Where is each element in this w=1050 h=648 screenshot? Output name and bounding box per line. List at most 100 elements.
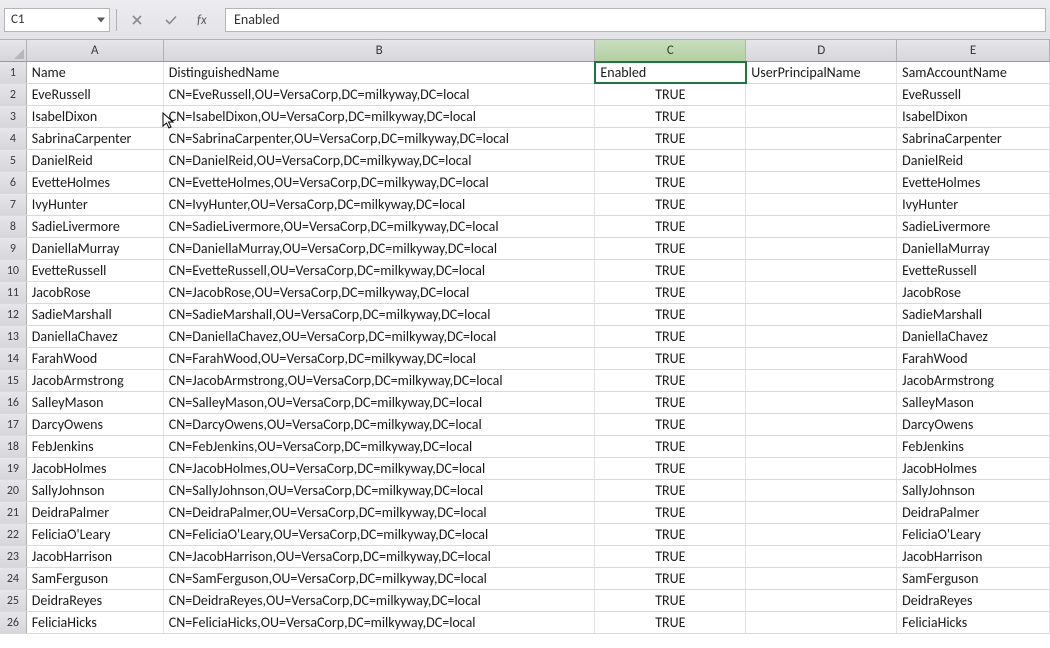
cell[interactable]: SalleyMason bbox=[27, 392, 164, 413]
cell[interactable]: CN=JacobRose,OU=VersaCorp,DC=milkyway,DC… bbox=[164, 282, 596, 303]
cell[interactable] bbox=[746, 304, 897, 325]
cell[interactable]: TRUE bbox=[595, 546, 746, 567]
cell[interactable]: TRUE bbox=[595, 238, 746, 259]
row-header[interactable]: 6 bbox=[0, 172, 27, 193]
cell[interactable]: DeidraPalmer bbox=[27, 502, 164, 523]
cell[interactable]: DistinguishedName bbox=[164, 62, 596, 83]
cell[interactable]: Name bbox=[27, 62, 164, 83]
cell[interactable]: CN=SadieLivermore,OU=VersaCorp,DC=milkyw… bbox=[164, 216, 596, 237]
cell[interactable]: FeliciaO'Leary bbox=[27, 524, 164, 545]
cell[interactable]: DaniellaChavez bbox=[897, 326, 1050, 347]
cell[interactable] bbox=[746, 612, 897, 633]
cell[interactable]: TRUE bbox=[595, 590, 746, 611]
cell[interactable]: DanielReid bbox=[897, 150, 1050, 171]
column-header-B[interactable]: B bbox=[164, 40, 596, 61]
cell[interactable]: FarahWood bbox=[897, 348, 1050, 369]
cell[interactable]: CN=IsabelDixon,OU=VersaCorp,DC=milkyway,… bbox=[164, 106, 596, 127]
name-box[interactable]: C1 bbox=[4, 8, 110, 32]
row-header[interactable]: 23 bbox=[0, 546, 27, 567]
cell[interactable]: FeliciaHicks bbox=[897, 612, 1050, 633]
cell[interactable]: UserPrincipalName bbox=[746, 62, 897, 83]
cell[interactable]: TRUE bbox=[595, 282, 746, 303]
cell[interactable]: CN=FeliciaO'Leary,OU=VersaCorp,DC=milkyw… bbox=[164, 524, 596, 545]
cell[interactable]: DaniellaMurray bbox=[27, 238, 164, 259]
cell[interactable] bbox=[746, 480, 897, 501]
cell[interactable] bbox=[746, 392, 897, 413]
cell[interactable]: CN=FarahWood,OU=VersaCorp,DC=milkyway,DC… bbox=[164, 348, 596, 369]
cell[interactable] bbox=[746, 194, 897, 215]
cell[interactable]: EvetteHolmes bbox=[27, 172, 164, 193]
cell[interactable]: FarahWood bbox=[27, 348, 164, 369]
cell[interactable]: CN=SalleyMason,OU=VersaCorp,DC=milkyway,… bbox=[164, 392, 596, 413]
row-header[interactable]: 17 bbox=[0, 414, 27, 435]
cell[interactable]: CN=SadieMarshall,OU=VersaCorp,DC=milkywa… bbox=[164, 304, 596, 325]
row-header[interactable]: 1 bbox=[0, 62, 27, 83]
cell[interactable]: CN=FebJenkins,OU=VersaCorp,DC=milkyway,D… bbox=[164, 436, 596, 457]
cell[interactable]: TRUE bbox=[595, 326, 746, 347]
cell[interactable]: CN=JacobArmstrong,OU=VersaCorp,DC=milkyw… bbox=[164, 370, 596, 391]
cell[interactable]: EvetteRussell bbox=[897, 260, 1050, 281]
cell[interactable]: JacobHolmes bbox=[27, 458, 164, 479]
cell[interactable]: TRUE bbox=[595, 458, 746, 479]
row-header[interactable]: 5 bbox=[0, 150, 27, 171]
cell[interactable]: IsabelDixon bbox=[897, 106, 1050, 127]
cell[interactable]: CN=DeidraPalmer,OU=VersaCorp,DC=milkyway… bbox=[164, 502, 596, 523]
cell[interactable]: TRUE bbox=[595, 370, 746, 391]
cell[interactable]: CN=SamFerguson,OU=VersaCorp,DC=milkyway,… bbox=[164, 568, 596, 589]
cell[interactable]: DaniellaMurray bbox=[897, 238, 1050, 259]
cell[interactable]: FeliciaHicks bbox=[27, 612, 164, 633]
cell[interactable]: DaniellaChavez bbox=[27, 326, 164, 347]
cell[interactable]: TRUE bbox=[595, 612, 746, 633]
cell[interactable]: JacobRose bbox=[27, 282, 164, 303]
cell[interactable]: JacobHolmes bbox=[897, 458, 1050, 479]
cell[interactable]: JacobHarrison bbox=[27, 546, 164, 567]
row-header[interactable]: 13 bbox=[0, 326, 27, 347]
cell[interactable] bbox=[746, 84, 897, 105]
row-header[interactable]: 15 bbox=[0, 370, 27, 391]
cell[interactable] bbox=[746, 590, 897, 611]
cell[interactable]: SadieMarshall bbox=[897, 304, 1050, 325]
cell[interactable]: TRUE bbox=[595, 150, 746, 171]
cell[interactable] bbox=[746, 370, 897, 391]
cell[interactable]: CN=DanielReid,OU=VersaCorp,DC=milkyway,D… bbox=[164, 150, 596, 171]
cell[interactable]: IvyHunter bbox=[897, 194, 1050, 215]
row-header[interactable]: 14 bbox=[0, 348, 27, 369]
cell[interactable]: SamFerguson bbox=[27, 568, 164, 589]
formula-input[interactable]: Enabled bbox=[225, 8, 1046, 32]
cell[interactable]: JacobHarrison bbox=[897, 546, 1050, 567]
column-header-A[interactable]: A bbox=[27, 40, 164, 61]
cell[interactable]: SamFerguson bbox=[897, 568, 1050, 589]
cell[interactable]: CN=SallyJohnson,OU=VersaCorp,DC=milkyway… bbox=[164, 480, 596, 501]
cell[interactable]: CN=DaniellaMurray,OU=VersaCorp,DC=milkyw… bbox=[164, 238, 596, 259]
row-header[interactable]: 20 bbox=[0, 480, 27, 501]
cell[interactable]: DarcyOwens bbox=[27, 414, 164, 435]
cell[interactable]: EveRussell bbox=[897, 84, 1050, 105]
cell[interactable] bbox=[746, 546, 897, 567]
cell[interactable] bbox=[746, 172, 897, 193]
cell[interactable]: SabrinaCarpenter bbox=[897, 128, 1050, 149]
cell[interactable]: JacobArmstrong bbox=[27, 370, 164, 391]
row-header[interactable]: 21 bbox=[0, 502, 27, 523]
cell[interactable] bbox=[746, 150, 897, 171]
cell[interactable]: CN=DarcyOwens,OU=VersaCorp,DC=milkyway,D… bbox=[164, 414, 596, 435]
cell[interactable]: CN=SabrinaCarpenter,OU=VersaCorp,DC=milk… bbox=[164, 128, 596, 149]
cell[interactable] bbox=[746, 436, 897, 457]
cell[interactable]: TRUE bbox=[595, 568, 746, 589]
cell[interactable]: CN=DeidraReyes,OU=VersaCorp,DC=milkyway,… bbox=[164, 590, 596, 611]
cell[interactable]: JacobRose bbox=[897, 282, 1050, 303]
column-header-C[interactable]: C bbox=[595, 40, 746, 61]
cell[interactable]: SallyJohnson bbox=[897, 480, 1050, 501]
cell[interactable]: TRUE bbox=[595, 172, 746, 193]
cell[interactable] bbox=[746, 348, 897, 369]
cell[interactable]: EvetteRussell bbox=[27, 260, 164, 281]
cell[interactable] bbox=[746, 568, 897, 589]
cell[interactable]: CN=FeliciaHicks,OU=VersaCorp,DC=milkyway… bbox=[164, 612, 596, 633]
row-header[interactable]: 18 bbox=[0, 436, 27, 457]
cell[interactable]: IsabelDixon bbox=[27, 106, 164, 127]
cell[interactable] bbox=[746, 414, 897, 435]
cell[interactable]: TRUE bbox=[595, 304, 746, 325]
worksheet[interactable]: A B C D E 1 Name DistinguishedName Enabl… bbox=[0, 40, 1050, 634]
cell[interactable]: CN=IvyHunter,OU=VersaCorp,DC=milkyway,DC… bbox=[164, 194, 596, 215]
cell[interactable]: TRUE bbox=[595, 128, 746, 149]
cell[interactable]: TRUE bbox=[595, 348, 746, 369]
